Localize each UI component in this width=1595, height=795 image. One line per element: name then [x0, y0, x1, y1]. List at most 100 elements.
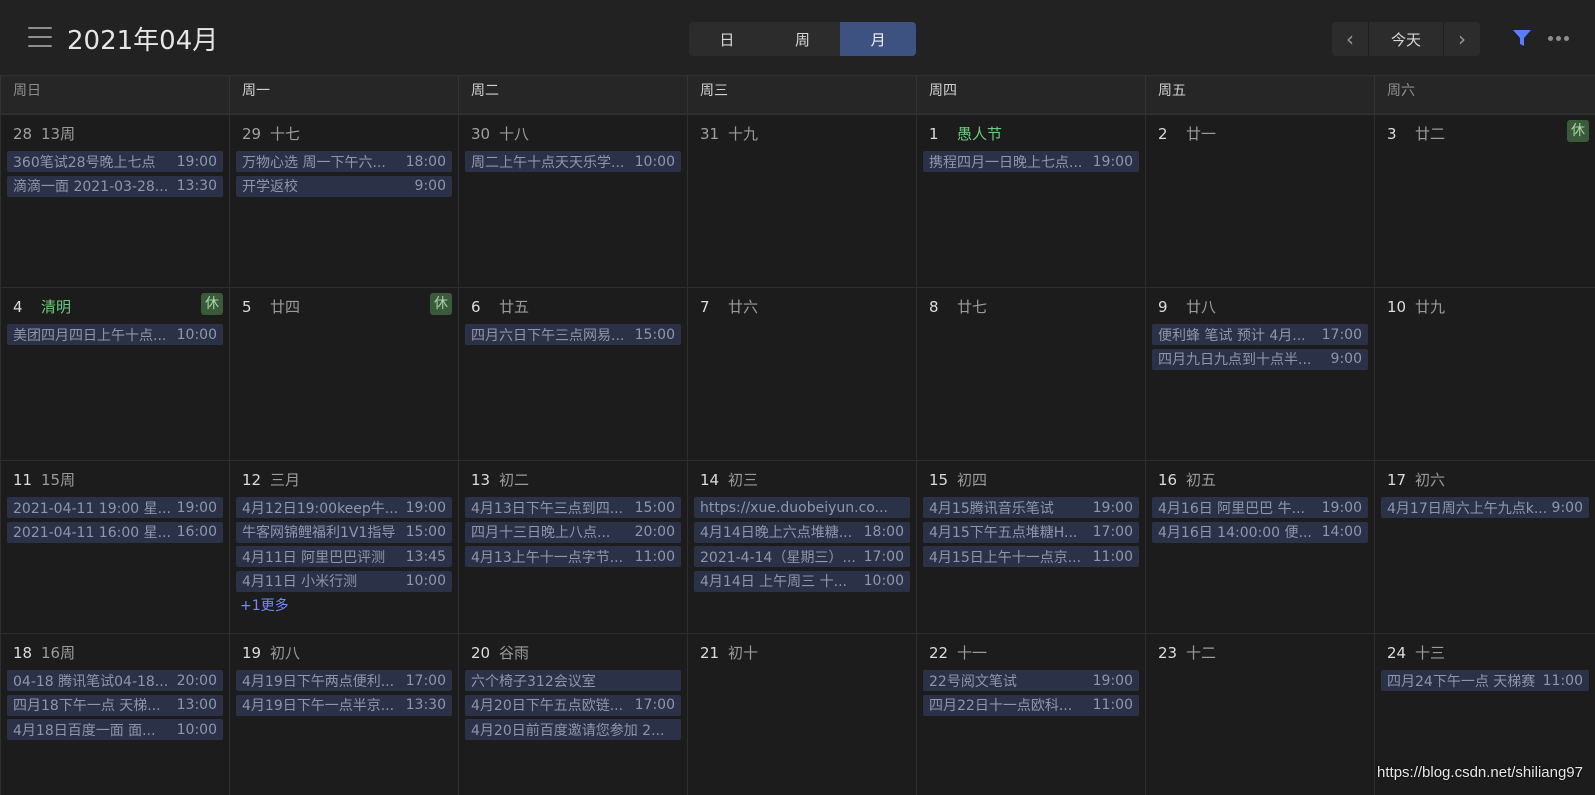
day-cell[interactable]: 5 廿四 休: [229, 287, 458, 460]
event-item[interactable]: 万物心选 周一下午六... 18:00: [236, 151, 452, 172]
event-item[interactable]: 4月15腾讯音乐笔试 19:00: [923, 497, 1139, 518]
event-time: 19:00: [1092, 153, 1133, 170]
event-item[interactable]: 4月18日百度一面 面... 10:00: [7, 719, 223, 740]
event-item[interactable]: 4月16日 阿里巴巴 牛... 19:00: [1152, 497, 1368, 518]
event-item[interactable]: 22号阅文笔试 19:00: [923, 670, 1139, 691]
hamburger-menu-icon[interactable]: [28, 27, 52, 47]
event-item[interactable]: 4月11日 小米行测 10:00: [236, 570, 452, 592]
day-cell[interactable]: 15 初四 4月15腾讯音乐笔试 19:00 4月15下午五点堆糖H... 17:00 4月…: [916, 460, 1145, 633]
event-time: 10:00: [176, 721, 217, 738]
day-cell[interactable]: 29 十七 万物心选 周一下午六... 18:00 开学返校 9:00: [229, 114, 458, 287]
event-item[interactable]: 4月20日前百度邀请您参加 2...: [465, 719, 681, 740]
day-cell[interactable]: 20 谷雨 六个椅子312会议室 4月20日下午五点欧链... 17:00 4月20日前百…: [458, 633, 687, 795]
event-title: 牛客网锦鲤福利1V1指导: [242, 525, 396, 541]
event-title: 便利蜂 笔试 预计 4月...: [1158, 327, 1306, 344]
event-title: 4月16日 14:00:00 便...: [1158, 525, 1312, 541]
event-item[interactable]: 携程四月一日晚上七点... 19:00: [923, 151, 1139, 172]
event-item[interactable]: 2021-4-14（星期三）... 17:00: [694, 546, 910, 567]
event-item[interactable]: 4月17日周六上午九点k... 9:00: [1381, 497, 1589, 518]
day-header: 4 清明: [13, 296, 71, 317]
more-events-link[interactable]: +1更多: [240, 595, 452, 615]
day-cell[interactable]: 28 13周 360笔试28号晚上七点 19:00 滴滴一面 2021-03-28...…: [0, 114, 229, 287]
day-number: 21: [700, 644, 720, 662]
event-item[interactable]: 便利蜂 笔试 预计 4月... 17:00: [1152, 324, 1368, 345]
event-item[interactable]: 4月15下午五点堆糖H... 17:00: [923, 521, 1139, 543]
chevron-left-icon[interactable]: ‹: [1332, 22, 1368, 56]
event-item[interactable]: 4月13日下午三点到四... 15:00: [465, 497, 681, 518]
day-cell[interactable]: 16 初五 4月16日 阿里巴巴 牛... 19:00 4月16日 14:00:00 便…: [1145, 460, 1374, 633]
event-list: 4月15腾讯音乐笔试 19:00 4月15下午五点堆糖H... 17:00 4月15日上…: [923, 497, 1139, 571]
event-list: 万物心选 周一下午六... 18:00 开学返校 9:00: [236, 151, 452, 200]
day-cell[interactable]: 17 初六 4月17日周六上午九点k... 9:00: [1374, 460, 1595, 633]
event-title: 四月24下午一点 天梯赛: [1387, 673, 1536, 690]
event-list: 04-18 腾讯笔试04-18... 20:00 四月18下午一点 天梯... 13:…: [7, 670, 223, 744]
view-week-button[interactable]: 周: [765, 22, 841, 56]
day-cell[interactable]: 7 廿六: [687, 287, 916, 460]
event-item[interactable]: 四月24下午一点 天梯赛 11:00: [1381, 670, 1589, 691]
event-title: 360笔试28号晚上七点: [13, 154, 156, 171]
event-item[interactable]: 四月六日下午三点网易... 15:00: [465, 324, 681, 345]
today-button[interactable]: 今天: [1368, 22, 1444, 56]
day-number: 1: [929, 125, 939, 143]
day-cell[interactable]: 30 十八 周二上午十点天天乐学... 10:00: [458, 114, 687, 287]
view-month-button[interactable]: 月: [840, 22, 916, 56]
event-item[interactable]: 04-18 腾讯笔试04-18... 20:00: [7, 670, 223, 691]
event-item[interactable]: 四月九日九点到十点半... 9:00: [1152, 348, 1368, 370]
event-item[interactable]: 美团四月四日上午十点... 10:00: [7, 324, 223, 345]
day-cell[interactable]: 12 三月 4月12日19:00keep牛... 19:00 牛客网锦鲤福利1V1指导 1…: [229, 460, 458, 633]
event-time: 19:00: [1092, 499, 1133, 516]
event-item[interactable]: 2021-04-11 19:00 星... 19:00: [7, 497, 223, 518]
event-item[interactable]: 4月13上午十一点字节... 11:00: [465, 546, 681, 567]
lunar-date: 13周: [41, 125, 76, 143]
event-item[interactable]: 4月16日 14:00:00 便... 14:00: [1152, 521, 1368, 543]
day-cell[interactable]: 13 初二 4月13日下午三点到四... 15:00 四月十三日晚上八点... 20:00…: [458, 460, 687, 633]
lunar-date: 十二: [1186, 644, 1217, 662]
event-list: 携程四月一日晚上七点... 19:00: [923, 151, 1139, 176]
event-item[interactable]: 开学返校 9:00: [236, 175, 452, 197]
event-item[interactable]: 4月20日下午五点欧链... 17:00: [465, 694, 681, 716]
event-item[interactable]: 2021-04-11 16:00 星... 16:00: [7, 521, 223, 543]
filter-icon[interactable]: [1511, 27, 1533, 49]
event-item[interactable]: 周二上午十点天天乐学... 10:00: [465, 151, 681, 172]
event-item[interactable]: 4月19日下午一点半京... 13:30: [236, 694, 452, 716]
day-cell[interactable]: 9 廿八 便利蜂 笔试 预计 4月... 17:00 四月九日九点到十点半... 9:00: [1145, 287, 1374, 460]
day-cell[interactable]: 23 十二: [1145, 633, 1374, 795]
event-item[interactable]: 牛客网锦鲤福利1V1指导 15:00: [236, 521, 452, 543]
event-item[interactable]: 六个椅子312会议室: [465, 670, 681, 691]
event-list: 2021-04-11 19:00 星... 19:00 2021-04-11 16:…: [7, 497, 223, 546]
event-title: 四月18下午一点 天梯...: [13, 698, 161, 714]
day-cell[interactable]: 14 初三 https://xue.duobeiyun.co... 4月14日晚上六点…: [687, 460, 916, 633]
view-day-button[interactable]: 日: [689, 22, 765, 56]
day-cell[interactable]: 8 廿七: [916, 287, 1145, 460]
day-cell[interactable]: 21 初十: [687, 633, 916, 795]
lunar-date: 廿七: [957, 298, 988, 316]
event-item[interactable]: 滴滴一面 2021-03-28... 13:30: [7, 175, 223, 197]
lunar-date: 廿一: [1186, 125, 1217, 143]
day-cell[interactable]: 11 15周 2021-04-11 19:00 星... 19:00 2021-04-1…: [0, 460, 229, 633]
event-item[interactable]: 四月十三日晚上八点... 20:00: [465, 521, 681, 543]
day-number: 10: [1387, 298, 1407, 316]
day-cell[interactable]: 6 廿五 四月六日下午三点网易... 15:00: [458, 287, 687, 460]
event-item[interactable]: 四月22日十一点欧科... 11:00: [923, 694, 1139, 716]
day-cell[interactable]: 2 廿一: [1145, 114, 1374, 287]
event-item[interactable]: 4月14日晚上六点堆糖... 18:00: [694, 521, 910, 543]
day-cell[interactable]: 22 十一 22号阅文笔试 19:00 四月22日十一点欧科... 11:00: [916, 633, 1145, 795]
day-cell[interactable]: 1 愚人节 携程四月一日晚上七点... 19:00: [916, 114, 1145, 287]
event-item[interactable]: 4月11日 阿里巴巴评测 13:45: [236, 546, 452, 567]
day-cell[interactable]: 3 廿二 休: [1374, 114, 1595, 287]
day-cell[interactable]: 4 清明 休美团四月四日上午十点... 10:00: [0, 287, 229, 460]
day-number: 6: [471, 298, 481, 316]
day-cell[interactable]: 31 十九: [687, 114, 916, 287]
day-cell[interactable]: 18 16周 04-18 腾讯笔试04-18... 20:00 四月18下午一点 天梯.…: [0, 633, 229, 795]
day-cell[interactable]: 19 初八 4月19日下午两点便利... 17:00 4月19日下午一点半京... 13:…: [229, 633, 458, 795]
event-item[interactable]: 360笔试28号晚上七点 19:00: [7, 151, 223, 172]
event-item[interactable]: 四月18下午一点 天梯... 13:00: [7, 694, 223, 716]
event-item[interactable]: 4月14日 上午周三 十... 10:00: [694, 570, 910, 592]
more-horizontal-icon[interactable]: [1548, 28, 1578, 48]
event-item[interactable]: https://xue.duobeiyun.co...: [694, 497, 910, 518]
chevron-right-icon[interactable]: ›: [1444, 22, 1480, 56]
event-item[interactable]: 4月19日下午两点便利... 17:00: [236, 670, 452, 691]
day-cell[interactable]: 10 廿九: [1374, 287, 1595, 460]
event-item[interactable]: 4月12日19:00keep牛... 19:00: [236, 497, 452, 518]
event-item[interactable]: 4月15日上午十一点京... 11:00: [923, 546, 1139, 567]
